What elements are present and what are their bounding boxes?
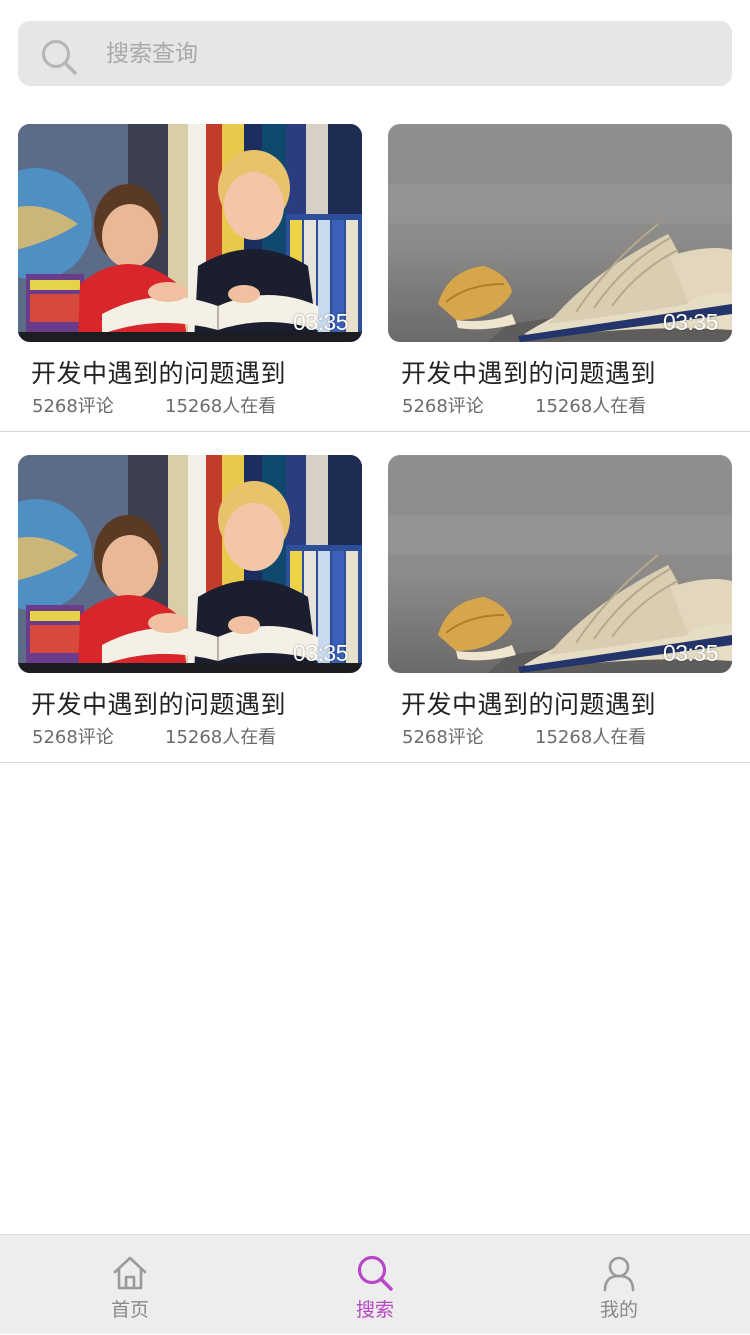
viewer-count: 15268人在看 [535,727,647,748]
tab-label: 我的 [599,1299,638,1321]
search-icon [42,40,77,75]
video-thumbnail[interactable]: 03:35 [18,124,362,342]
tab-home[interactable]: 首页 [5,1235,255,1335]
video-duration: 03:35 [662,309,719,335]
video-title[interactable]: 开发中遇到的问题遇到 [401,354,656,390]
viewer-count: 15268人在看 [535,396,647,417]
viewer-count: 15268人在看 [165,396,277,417]
search-bar[interactable] [18,21,732,86]
tab-label: 首页 [110,1299,149,1321]
tab-profile[interactable]: 我的 [494,1235,744,1335]
video-card[interactable]: 03:35 开发中遇到的问题遇到 5268评论 15268人在看 [388,124,732,417]
tab-bar: 首页 搜索 我的 [0,1234,750,1334]
video-card[interactable]: 03:35 开发中遇到的问题遇到 5268评论 15268人在看 [18,124,362,417]
video-row: 03:35 开发中遇到的问题遇到 5268评论 15268人在看 03:35 开… [0,124,750,432]
video-duration: 03:35 [292,309,349,335]
tab-label: 搜索 [355,1299,394,1321]
video-thumbnail[interactable]: 03:35 [388,124,732,342]
comment-count: 5268评论 [402,727,484,748]
viewer-count: 15268人在看 [165,727,277,748]
video-title[interactable]: 开发中遇到的问题遇到 [401,685,656,721]
video-card[interactable]: 03:35 开发中遇到的问题遇到 5268评论 15268人在看 [18,455,362,748]
home-icon [113,1256,147,1290]
user-icon [603,1256,635,1292]
video-title[interactable]: 开发中遇到的问题遇到 [31,354,286,390]
video-thumbnail[interactable]: 03:35 [388,455,732,673]
video-title[interactable]: 开发中遇到的问题遇到 [31,685,286,721]
video-thumbnail[interactable]: 03:35 [18,455,362,673]
comment-count: 5268评论 [32,727,114,748]
comment-count: 5268评论 [402,396,484,417]
video-duration: 03:35 [662,640,719,666]
video-row: 03:35 开发中遇到的问题遇到 5268评论 15268人在看 03:35 开… [0,455,750,763]
video-duration: 03:35 [292,640,349,666]
search-input[interactable] [106,21,706,86]
search-icon [357,1255,393,1291]
comment-count: 5268评论 [32,396,114,417]
tab-search[interactable]: 搜索 [250,1235,500,1335]
video-card[interactable]: 03:35 开发中遇到的问题遇到 5268评论 15268人在看 [388,455,732,748]
